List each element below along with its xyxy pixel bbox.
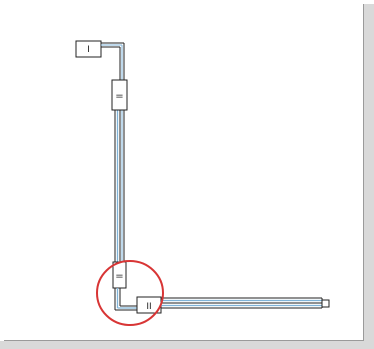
upper-coupler: = bbox=[111, 79, 128, 111]
highlight-ellipse bbox=[96, 260, 164, 326]
top-block-mark: I bbox=[87, 45, 90, 55]
elbow-pipe bbox=[114, 288, 137, 311]
lower-coupler: = bbox=[112, 261, 127, 289]
horizontal-pipe bbox=[161, 297, 323, 309]
upper-coupler-mark: = bbox=[115, 91, 123, 102]
vertical-pipe bbox=[114, 43, 125, 262]
drawing-canvas: I = = II bbox=[0, 0, 374, 349]
page-shadow bbox=[0, 4, 374, 349]
lower-coupler-mark: = bbox=[115, 271, 123, 282]
elbow-block-mark: II bbox=[146, 302, 151, 312]
top-block: I bbox=[75, 40, 124, 58]
pipe-diagram: I = = II bbox=[0, 4, 374, 349]
end-plug bbox=[321, 299, 330, 308]
